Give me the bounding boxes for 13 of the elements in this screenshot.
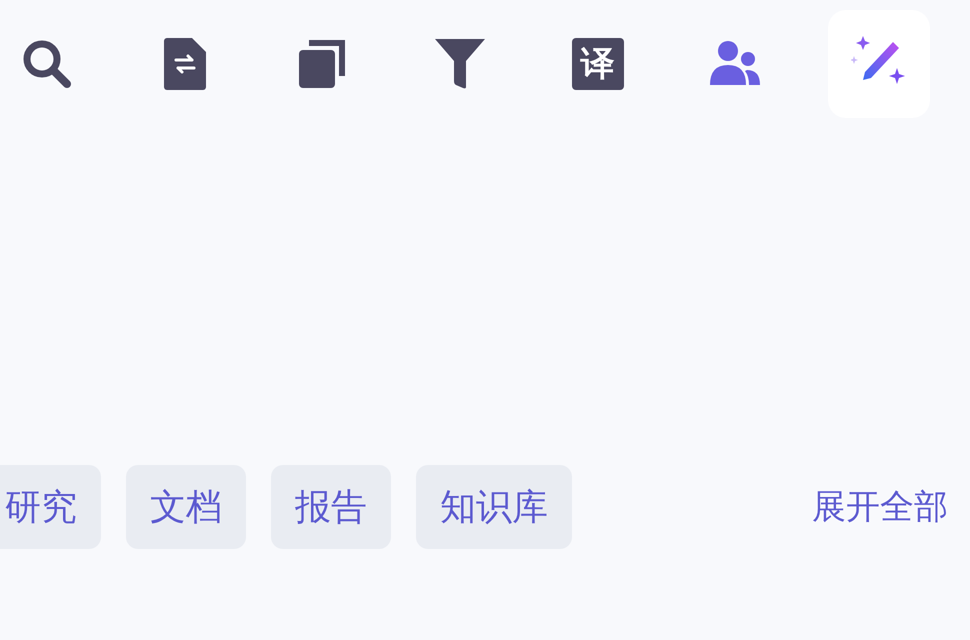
filter-icon bbox=[435, 39, 486, 89]
search-icon bbox=[20, 38, 73, 90]
tag-chip[interactable]: 报告 bbox=[271, 465, 391, 549]
tag-chip[interactable]: 知识库 bbox=[416, 465, 572, 549]
file-swap-icon bbox=[164, 38, 206, 90]
tag-chip[interactable]: 文档 bbox=[126, 465, 246, 549]
toolbar-button[interactable]: 译 bbox=[546, 10, 649, 118]
tag-chip[interactable]: 研究 bbox=[0, 465, 101, 549]
toolbar-button[interactable] bbox=[828, 10, 930, 118]
users-icon bbox=[710, 41, 760, 87]
copy-icon bbox=[299, 40, 346, 88]
translate-icon: 译 bbox=[572, 38, 624, 90]
expand-all-link[interactable]: 展开全部 bbox=[812, 484, 948, 530]
